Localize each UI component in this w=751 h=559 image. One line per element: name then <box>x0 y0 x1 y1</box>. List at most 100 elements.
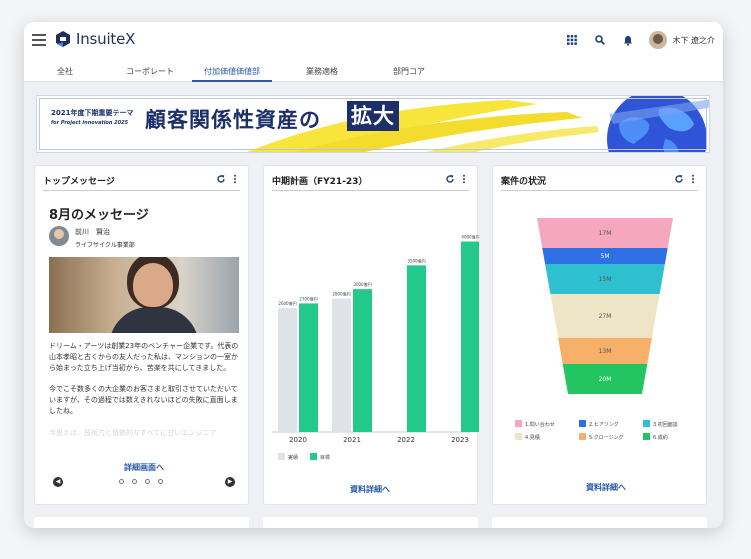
refresh-icon[interactable] <box>674 174 684 184</box>
deal-funnel-chart: 17M 5M 15M 27M 13M 20M 1.問い合わせ 2.ヒアリング 3.初回面談 4.見… <box>515 218 678 441</box>
author-avatar <box>49 226 69 246</box>
author-name: 前川 賢治 <box>75 228 110 236</box>
tab-operations[interactable]: 業務適格 <box>302 66 342 82</box>
carousel-pager: ◀ ▶ <box>49 476 239 488</box>
legend-swatch <box>515 420 522 427</box>
bar-value-label: 2700億円 <box>299 295 317 301</box>
banner-subtitle: 2021年度下期重要テーマ <box>51 109 134 117</box>
funnel-value-label: 17M <box>599 230 612 237</box>
bar-value-label: 3000億円 <box>353 281 371 287</box>
legend-swatch <box>310 453 317 460</box>
author-department: ライフサイクル事業部 <box>75 242 135 249</box>
more-options-icon[interactable] <box>459 174 469 184</box>
message-title: 8月のメッセージ <box>49 208 149 223</box>
next-arrow-icon[interactable]: ▶ <box>225 477 235 487</box>
banner-tagline: for Project innovation 2025 <box>51 120 129 126</box>
bar-value-label: 2600億円 <box>278 300 296 306</box>
mid-term-plan-card: 中期計画（FY21-23） 2600億円 2700億円 2020 2800億円 3000… <box>263 165 479 505</box>
legend-label: 1.問い合わせ <box>525 421 555 428</box>
plan-bar-chart: 2600億円2700億円 2020 2800億円3000億円 2021 3500億円 20… <box>272 234 479 461</box>
prev-arrow-icon[interactable]: ◀ <box>53 477 63 487</box>
x-tick-label: 2023 <box>451 436 469 444</box>
message-paragraph: ドリーム・アーツは創業23年のベンチャー企業です。代表の山本孝昭と古くからの友人… <box>49 342 239 372</box>
search-icon[interactable] <box>593 33 607 47</box>
app-logo[interactable]: InsuiteX <box>54 30 135 48</box>
banner-title: 顧客関係性資産の <box>145 108 321 132</box>
funnel-value-label: 13M <box>599 348 612 355</box>
x-tick-label: 2020 <box>289 436 307 444</box>
bar-目標-2020[interactable] <box>299 303 318 432</box>
x-tick-label: 2022 <box>397 436 415 444</box>
bar-目標-2021[interactable] <box>353 289 372 432</box>
pager-dot[interactable] <box>119 479 124 484</box>
more-options-icon[interactable] <box>230 174 240 184</box>
top-message-card: トップメッセージ 8月のメッセージ 前川 賢治 ライフサイクル事業部 ドリーム・… <box>34 165 249 505</box>
message-photo <box>49 257 239 333</box>
legend-label: 5.クロージング <box>589 434 624 441</box>
tab-value-added[interactable]: 付加価値価値部 <box>192 66 272 82</box>
legend-label: 6.成約 <box>653 434 668 441</box>
bell-icon[interactable] <box>621 33 635 47</box>
menu-icon[interactable] <box>32 34 46 46</box>
user-avatar <box>649 31 668 49</box>
x-tick-label: 2021 <box>343 436 361 444</box>
app-window: InsuiteX 木下 遼之介 全社 コーポレート 付加価値価値部 業務適格 部… <box>24 22 723 528</box>
card-header: トップメッセージ <box>43 173 240 191</box>
logo-icon <box>56 31 70 47</box>
pager-dot[interactable] <box>132 479 137 484</box>
app-name: InsuiteX <box>76 30 136 48</box>
apps-grid-icon[interactable] <box>565 33 579 47</box>
bar-実績-2020[interactable] <box>278 308 297 432</box>
deal-status-card: 案件の状況 17M 5M 15M 27M 13M 20M 1.問い合わせ 2.ヒアリング 3.初… <box>492 165 707 505</box>
next-card-row <box>263 517 478 528</box>
legend-swatch <box>643 420 650 427</box>
pager-dot[interactable] <box>145 479 150 484</box>
funnel-value-label: 15M <box>599 276 612 283</box>
tab-department[interactable]: 部門コア <box>387 66 431 82</box>
message-faded-text: 今思えば、技術力と情熱的なすべてに甘いエンジニア <box>49 429 217 437</box>
bar-value-label: 4000億円 <box>461 234 479 240</box>
more-options-icon[interactable] <box>688 174 698 184</box>
legend-label: 2.ヒアリング <box>589 421 619 428</box>
pager-dot[interactable] <box>158 479 163 484</box>
user-menu[interactable]: 木下 遼之介 <box>649 31 715 49</box>
details-link[interactable]: 詳細画面へ <box>124 462 164 473</box>
details-link[interactable]: 資料詳細へ <box>350 484 390 495</box>
card-header: 案件の状況 <box>501 173 698 191</box>
legend-swatch <box>278 453 285 460</box>
legend-label: 4.見積 <box>525 434 540 441</box>
user-name: 木下 遼之介 <box>672 35 715 45</box>
bar-目標-2022[interactable] <box>407 265 426 432</box>
bar-value-label: 3500億円 <box>407 257 425 263</box>
header: InsuiteX 木下 遼之介 全社 コーポレート 付加価値価値部 業務適格 部… <box>24 22 723 82</box>
refresh-icon[interactable] <box>445 174 455 184</box>
refresh-icon[interactable] <box>216 174 226 184</box>
legend-label: 目標 <box>320 454 330 461</box>
legend-swatch <box>579 420 586 427</box>
card-title: 中期計画（FY21-23） <box>272 177 368 187</box>
legend-swatch <box>515 433 522 440</box>
bar-実績-2021[interactable] <box>332 298 351 432</box>
next-card-row <box>492 517 707 528</box>
message-body: ドリーム・アーツは創業23年のベンチャー企業です。代表の山本孝昭と古くからの友人… <box>49 341 241 427</box>
legend-swatch <box>643 433 650 440</box>
details-link[interactable]: 資料詳細へ <box>586 482 626 493</box>
theme-banner[interactable]: 2021年度下期重要テーマ for Project innovation 202… <box>36 95 710 153</box>
banner-highlight: 拡大 <box>347 101 399 131</box>
legend-swatch <box>579 433 586 440</box>
bar-目標-2023[interactable] <box>461 241 479 432</box>
tab-corporate[interactable]: コーポレート <box>122 66 178 82</box>
header-actions: 木下 遼之介 <box>565 31 715 49</box>
legend-label: 3.初回面談 <box>653 421 678 428</box>
tab-bar: 全社 コーポレート 付加価値価値部 業務適格 部門コア <box>24 62 723 82</box>
card-header: 中期計画（FY21-23） <box>272 173 469 191</box>
card-title: トップメッセージ <box>43 177 115 187</box>
funnel-value-label: 5M <box>601 253 610 260</box>
next-card-row <box>34 517 249 528</box>
tab-all[interactable]: 全社 <box>56 66 74 82</box>
pager-dots <box>119 479 163 484</box>
message-paragraph: 今でこそ数多くの大企業のお客さまと取引させていただいていますが、その過程では数え… <box>49 385 238 415</box>
funnel-value-label: 27M <box>599 313 612 320</box>
funnel-value-label: 20M <box>599 376 612 383</box>
legend-label: 実績 <box>288 454 298 461</box>
